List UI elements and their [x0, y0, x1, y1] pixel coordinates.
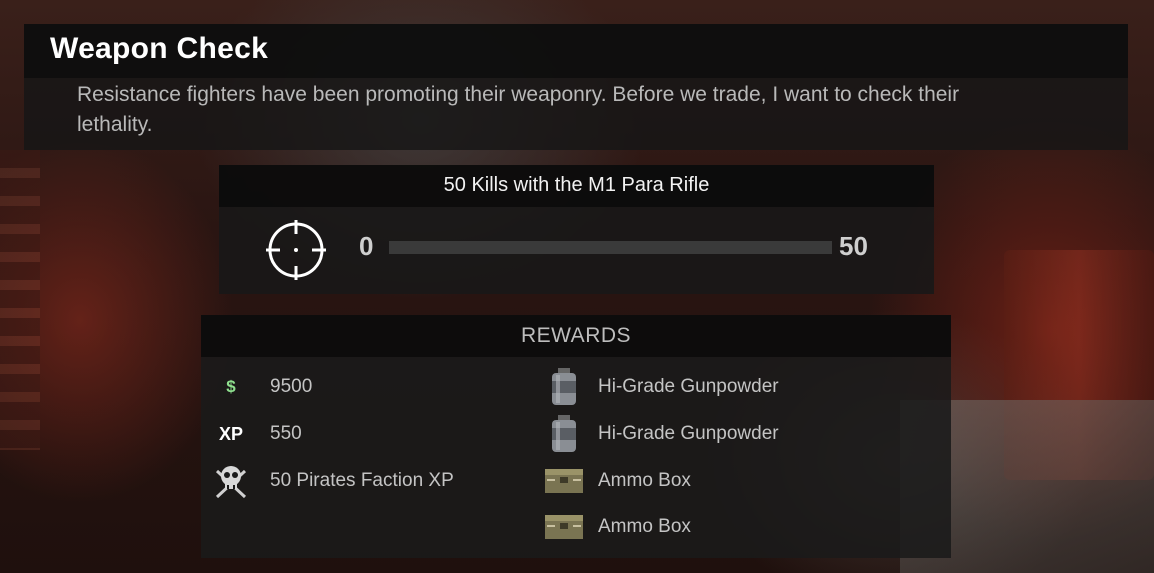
money-icon: $	[226, 377, 236, 396]
reward-label: 550	[270, 423, 302, 444]
background-chain	[0, 150, 40, 450]
contract-header: Weapon Check Resistance fighters have be…	[24, 24, 1128, 150]
reward-item-xp: XP 550	[211, 414, 302, 454]
reward-label: Hi-Grade Gunpowder	[598, 376, 779, 397]
contract-title: Weapon Check	[50, 32, 269, 65]
reward-item-ammo-box: Ammo Box	[544, 461, 691, 501]
reward-item-money: $ 9500	[211, 367, 312, 407]
objective-panel: 50 Kills with the M1 Para Rifle 0 50	[219, 165, 934, 294]
progress-max-value: 50	[839, 231, 868, 261]
reward-label: 50 Pirates Faction XP	[270, 470, 454, 491]
reward-item-gunpowder: Hi-Grade Gunpowder	[544, 367, 779, 407]
xp-icon: XP	[218, 423, 243, 444]
objective-title: 50 Kills with the M1 Para Rifle	[443, 174, 710, 196]
reward-label: Ammo Box	[598, 516, 691, 537]
reward-item-faction-xp: 50 Pirates Faction XP	[211, 461, 454, 501]
reward-label: 9500	[270, 376, 313, 397]
rewards-panel: REWARDS $ 9500 XP 550 50 Pirates Faction…	[201, 315, 951, 558]
ammo-box-icon	[544, 461, 584, 501]
reward-item-ammo-box: Ammo Box	[544, 507, 691, 547]
contract-description: Resistance fighters have been promoting …	[77, 83, 960, 136]
reward-label: Hi-Grade Gunpowder	[598, 423, 779, 444]
progress-min-value: 0	[359, 231, 374, 261]
reward-item-gunpowder: Hi-Grade Gunpowder	[544, 414, 779, 454]
pirates-faction-icon	[211, 461, 251, 501]
background-barrel	[1004, 250, 1154, 480]
crosshair-icon	[266, 220, 326, 280]
ammo-box-icon	[544, 507, 584, 547]
gunpowder-canister-icon	[544, 367, 584, 407]
progress-bar	[389, 241, 832, 254]
rewards-title: REWARDS	[520, 324, 632, 347]
reward-label: Ammo Box	[598, 470, 691, 491]
gunpowder-canister-icon	[544, 414, 584, 454]
